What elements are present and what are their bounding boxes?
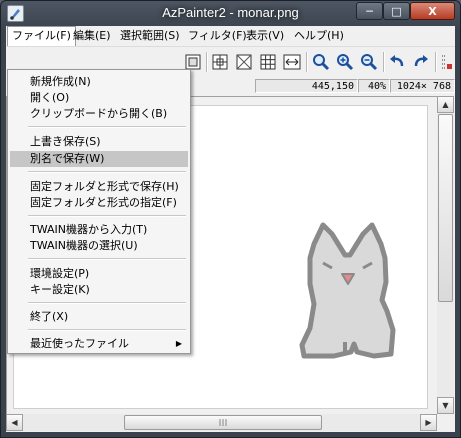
title-bar[interactable]: AzPainter2 - monar.png ─ □ X (1, 1, 460, 25)
menu-item-recent-files-label: 最近使ったファイル (30, 337, 129, 350)
menu-item-open[interactable]: 開く(O) (10, 90, 188, 106)
menu-item-set-fixed-folder[interactable]: 固定フォルダと形式の指定(F) (10, 195, 188, 211)
client-area: ファイル(F) 編集(E) 選択範囲(S) フィルタ(F) 表示(V) ヘルプ(… (6, 26, 455, 432)
toolbar-separator (206, 52, 208, 72)
scroll-down-arrow[interactable]: ▼ (437, 397, 454, 414)
extra-tool-icon[interactable] (439, 52, 453, 72)
grip-lines-icon (219, 419, 227, 426)
scroll-up-arrow[interactable]: ▲ (437, 96, 454, 113)
zoom-in-icon[interactable] (335, 52, 355, 72)
menu-item-new[interactable]: 新規作成(N) (10, 74, 188, 90)
menu-file[interactable]: ファイル(F) (7, 26, 76, 46)
zoom-out-icon[interactable] (359, 52, 379, 72)
redo-icon[interactable] (411, 52, 431, 72)
horizontal-scroll-thumb[interactable] (124, 415, 322, 430)
menu-separator (28, 258, 186, 260)
menu-item-save-as[interactable]: 別名で保存(W) (10, 151, 188, 167)
menu-selection[interactable]: 選択範囲(S) (116, 26, 184, 45)
submenu-arrow-icon: ▶ (175, 339, 182, 348)
menu-item-twain-select[interactable]: TWAIN機器の選択(U) (10, 238, 188, 254)
scroll-left-arrow[interactable]: ◀ (6, 414, 23, 431)
menu-filter[interactable]: フィルタ(F) (184, 26, 251, 45)
menu-separator (28, 302, 186, 304)
close-button[interactable]: X (410, 2, 455, 20)
image-size: 1024× 768 (390, 79, 455, 93)
fit-width-icon[interactable] (282, 52, 302, 72)
menu-separator (28, 171, 186, 173)
maximize-button[interactable]: □ (383, 2, 410, 20)
toolbar-separator (435, 52, 437, 72)
menu-item-key-settings[interactable]: キー設定(K) (10, 282, 188, 298)
table-grid-icon[interactable] (258, 52, 278, 72)
menu-separator (28, 329, 186, 331)
resize-grip[interactable] (437, 414, 455, 432)
checker-icon[interactable] (234, 52, 254, 72)
menu-item-open-clipboard[interactable]: クリップボードから開く(B) (10, 106, 188, 122)
minimize-button[interactable]: ─ (356, 2, 383, 20)
menu-bar: ファイル(F) 編集(E) 選択範囲(S) フィルタ(F) 表示(V) ヘルプ(… (6, 26, 455, 47)
menu-edit[interactable]: 編集(E) (69, 26, 115, 45)
menu-item-save[interactable]: 上書き保存(S) (10, 134, 188, 150)
undo-icon[interactable] (387, 52, 407, 72)
vertical-scrollbar[interactable]: ▲ ▼ (437, 96, 454, 414)
horizontal-scrollbar[interactable]: ◀ ▶ (6, 414, 437, 431)
menu-separator (28, 126, 186, 128)
menu-item-save-fixed-folder[interactable]: 固定フォルダと形式で保存(H) (10, 179, 188, 195)
menu-view[interactable]: 表示(V) (242, 26, 288, 45)
menu-item-preferences[interactable]: 環境設定(P) (10, 266, 188, 282)
menu-item-recent-files[interactable]: 最近使ったファイル ▶ (10, 336, 188, 352)
app-window: AzPainter2 - monar.png ─ □ X ファイル(F) 編集(… (0, 0, 461, 438)
menu-item-exit[interactable]: 終了(X) (10, 309, 188, 325)
cursor-coords: 445,150 (255, 79, 358, 93)
scroll-right-arrow[interactable]: ▶ (420, 414, 437, 431)
menu-help[interactable]: ヘルプ(H) (290, 26, 348, 45)
menu-separator (28, 215, 186, 217)
grid-icon[interactable] (210, 52, 230, 72)
vertical-scroll-thumb[interactable] (438, 114, 453, 302)
toolbar-separator (383, 52, 385, 72)
zoom-tool-icon[interactable] (311, 52, 331, 72)
zoom-level: 40% (358, 79, 390, 93)
menu-item-twain-input[interactable]: TWAIN機器から入力(T) (10, 222, 188, 238)
file-menu-dropdown: 新規作成(N) 開く(O) クリップボードから開く(B) 上書き保存(S) 別名… (7, 69, 191, 354)
toolbar-separator (306, 52, 308, 72)
